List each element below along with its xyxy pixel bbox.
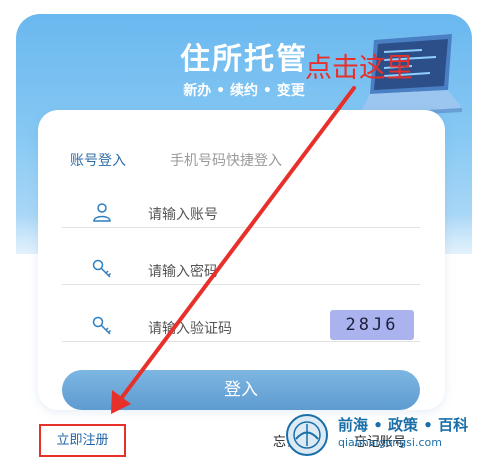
register-link[interactable]: 立即注册 (39, 424, 126, 457)
captcha-placeholder: 请输入验证码 (148, 321, 232, 337)
key-icon (92, 259, 112, 278)
account-placeholder: 请输入账号 (148, 207, 218, 223)
captcha-field[interactable]: 请输入验证码 28J6 (62, 310, 420, 342)
account-field[interactable]: 请输入账号 (62, 198, 420, 228)
login-card: 账号登入 手机号码快捷登入 请输入账号 请输入密码 请输入验证码 28J6 登入 (38, 110, 445, 410)
user-icon (93, 203, 111, 222)
tab-account-login[interactable]: 账号登入 (70, 150, 126, 170)
watermark: 前海 • 政策 • 百科 qianhaigongsi.com (284, 410, 489, 458)
password-field[interactable]: 请输入密码 (62, 255, 420, 285)
watermark-url: qianhaigongsi.com (338, 436, 442, 449)
captcha-image[interactable]: 28J6 (330, 310, 414, 340)
tab-phone-login[interactable]: 手机号码快捷登入 (170, 150, 282, 170)
password-placeholder: 请输入密码 (148, 264, 218, 280)
login-button[interactable]: 登入 (62, 370, 420, 410)
annotation-label: 点击这里 (305, 53, 413, 84)
key-icon (92, 316, 112, 335)
watermark-logo-icon (286, 414, 328, 456)
watermark-title: 前海 • 政策 • 百科 (338, 416, 469, 434)
